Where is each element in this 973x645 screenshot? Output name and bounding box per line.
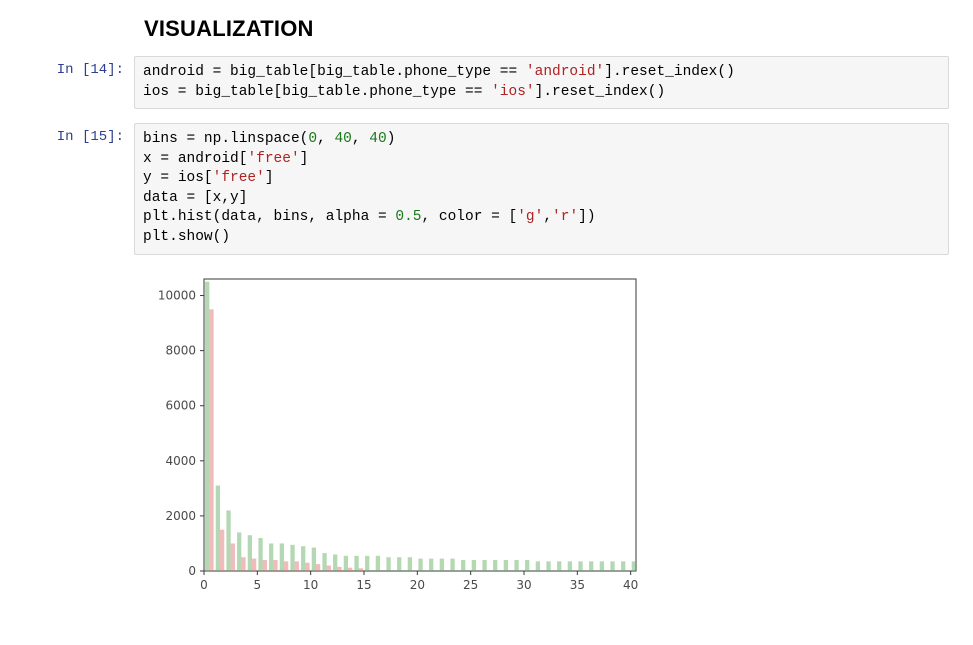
- hist-bar-android: [621, 561, 625, 571]
- hist-bar-android: [269, 543, 273, 571]
- hist-bar-android: [397, 557, 401, 571]
- hist-bar-ios: [316, 564, 320, 571]
- histogram-chart: 0 5 10 15 20 25 30 35 40 0 2000 4000 6000 8000 10000: [134, 269, 650, 608]
- hist-bar-android: [578, 561, 582, 571]
- hist-bar-android: [525, 559, 529, 570]
- hist-bar-ios: [359, 568, 363, 571]
- hist-bar-android: [536, 561, 540, 571]
- hist-bar-android: [600, 561, 604, 571]
- y-tick-label: 10000: [158, 288, 196, 302]
- hist-bar-android: [461, 559, 465, 570]
- hist-bar-ios: [273, 559, 277, 570]
- hist-bar-ios: [263, 559, 267, 570]
- x-tick-label: 25: [463, 578, 478, 592]
- hist-bar-android: [290, 544, 294, 570]
- notebook-page: VISUALIZATION In [14]: android = big_tab…: [0, 0, 973, 632]
- hist-bar-android: [408, 557, 412, 571]
- x-tick-label: 10: [303, 578, 318, 592]
- hist-bar-android: [386, 557, 390, 571]
- hist-bar-android: [450, 558, 454, 570]
- output-area-15: 0 5 10 15 20 25 30 35 40 0 2000 4000 6000 8000 10000: [134, 269, 949, 608]
- y-tick-label: 2000: [165, 508, 196, 522]
- section-heading-visualization: VISUALIZATION: [144, 16, 949, 42]
- hist-bar-android: [440, 558, 444, 570]
- hist-bar-android: [226, 510, 230, 571]
- hist-bar-android: [493, 559, 497, 570]
- hist-bar-ios: [231, 543, 235, 571]
- hist-bar-android: [589, 561, 593, 571]
- hist-bar-ios: [305, 562, 309, 570]
- x-tick-label: 30: [516, 578, 531, 592]
- code-cell-14: In [14]: android = big_table[big_table.p…: [24, 56, 949, 109]
- x-tick-label: 15: [356, 578, 371, 592]
- input-prompt-15: In [15]:: [24, 123, 134, 145]
- x-tick-label: 35: [570, 578, 585, 592]
- hist-bar-android: [482, 559, 486, 570]
- hist-bar-android: [365, 555, 369, 570]
- hist-bar-android: [610, 561, 614, 571]
- histogram-svg: 0 5 10 15 20 25 30 35 40 0 2000 4000 6000 8000 10000: [134, 269, 650, 605]
- code-input-14[interactable]: android = big_table[big_table.phone_type…: [134, 56, 949, 109]
- hist-bar-android: [354, 555, 358, 570]
- hist-bar-android: [344, 555, 348, 570]
- code-cell-15: In [15]: bins = np.linspace(0, 40, 40) x…: [24, 123, 949, 254]
- hist-bar-android: [333, 554, 337, 571]
- hist-bar-ios: [252, 558, 256, 570]
- hist-bar-ios: [295, 561, 299, 571]
- hist-bar-android: [216, 485, 220, 570]
- hist-bar-android: [301, 546, 305, 571]
- x-tick-label: 20: [410, 578, 425, 592]
- hist-bar-android: [504, 559, 508, 570]
- hist-bar-android: [429, 558, 433, 570]
- hist-bar-android: [312, 547, 316, 570]
- code-input-15[interactable]: bins = np.linspace(0, 40, 40) x = androi…: [134, 123, 949, 254]
- hist-bar-ios: [327, 565, 331, 571]
- hist-bar-android: [376, 555, 380, 570]
- hist-bar-android: [237, 532, 241, 571]
- code-block-14[interactable]: android = big_table[big_table.phone_type…: [143, 63, 940, 102]
- y-tick-label: 6000: [165, 398, 196, 412]
- hist-bar-android: [514, 559, 518, 570]
- code-block-15[interactable]: bins = np.linspace(0, 40, 40) x = androi…: [143, 130, 940, 247]
- hist-bar-android: [248, 535, 252, 571]
- y-tick-label: 0: [188, 564, 196, 578]
- hist-bar-android: [258, 537, 262, 570]
- hist-bar-android: [322, 553, 326, 571]
- hist-bar-android: [546, 561, 550, 571]
- hist-bar-android: [568, 561, 572, 571]
- hist-bar-android: [205, 281, 209, 570]
- hist-bar-android: [632, 561, 636, 571]
- y-tick-label: 4000: [165, 453, 196, 467]
- hist-bar-android: [557, 561, 561, 571]
- x-tick-label: 40: [623, 578, 638, 592]
- input-prompt-14: In [14]:: [24, 56, 134, 78]
- hist-bar-ios: [348, 567, 352, 570]
- hist-bar-ios: [220, 529, 224, 570]
- hist-bar-ios: [209, 309, 213, 571]
- hist-bar-ios: [284, 561, 288, 571]
- x-tick-label: 5: [254, 578, 262, 592]
- hist-bar-android: [280, 543, 284, 571]
- hist-bar-ios: [337, 566, 341, 570]
- x-tick-label: 0: [200, 578, 208, 592]
- y-tick-label: 8000: [165, 343, 196, 357]
- hist-bar-android: [472, 559, 476, 570]
- hist-bar-android: [418, 558, 422, 570]
- hist-bar-ios: [241, 557, 245, 571]
